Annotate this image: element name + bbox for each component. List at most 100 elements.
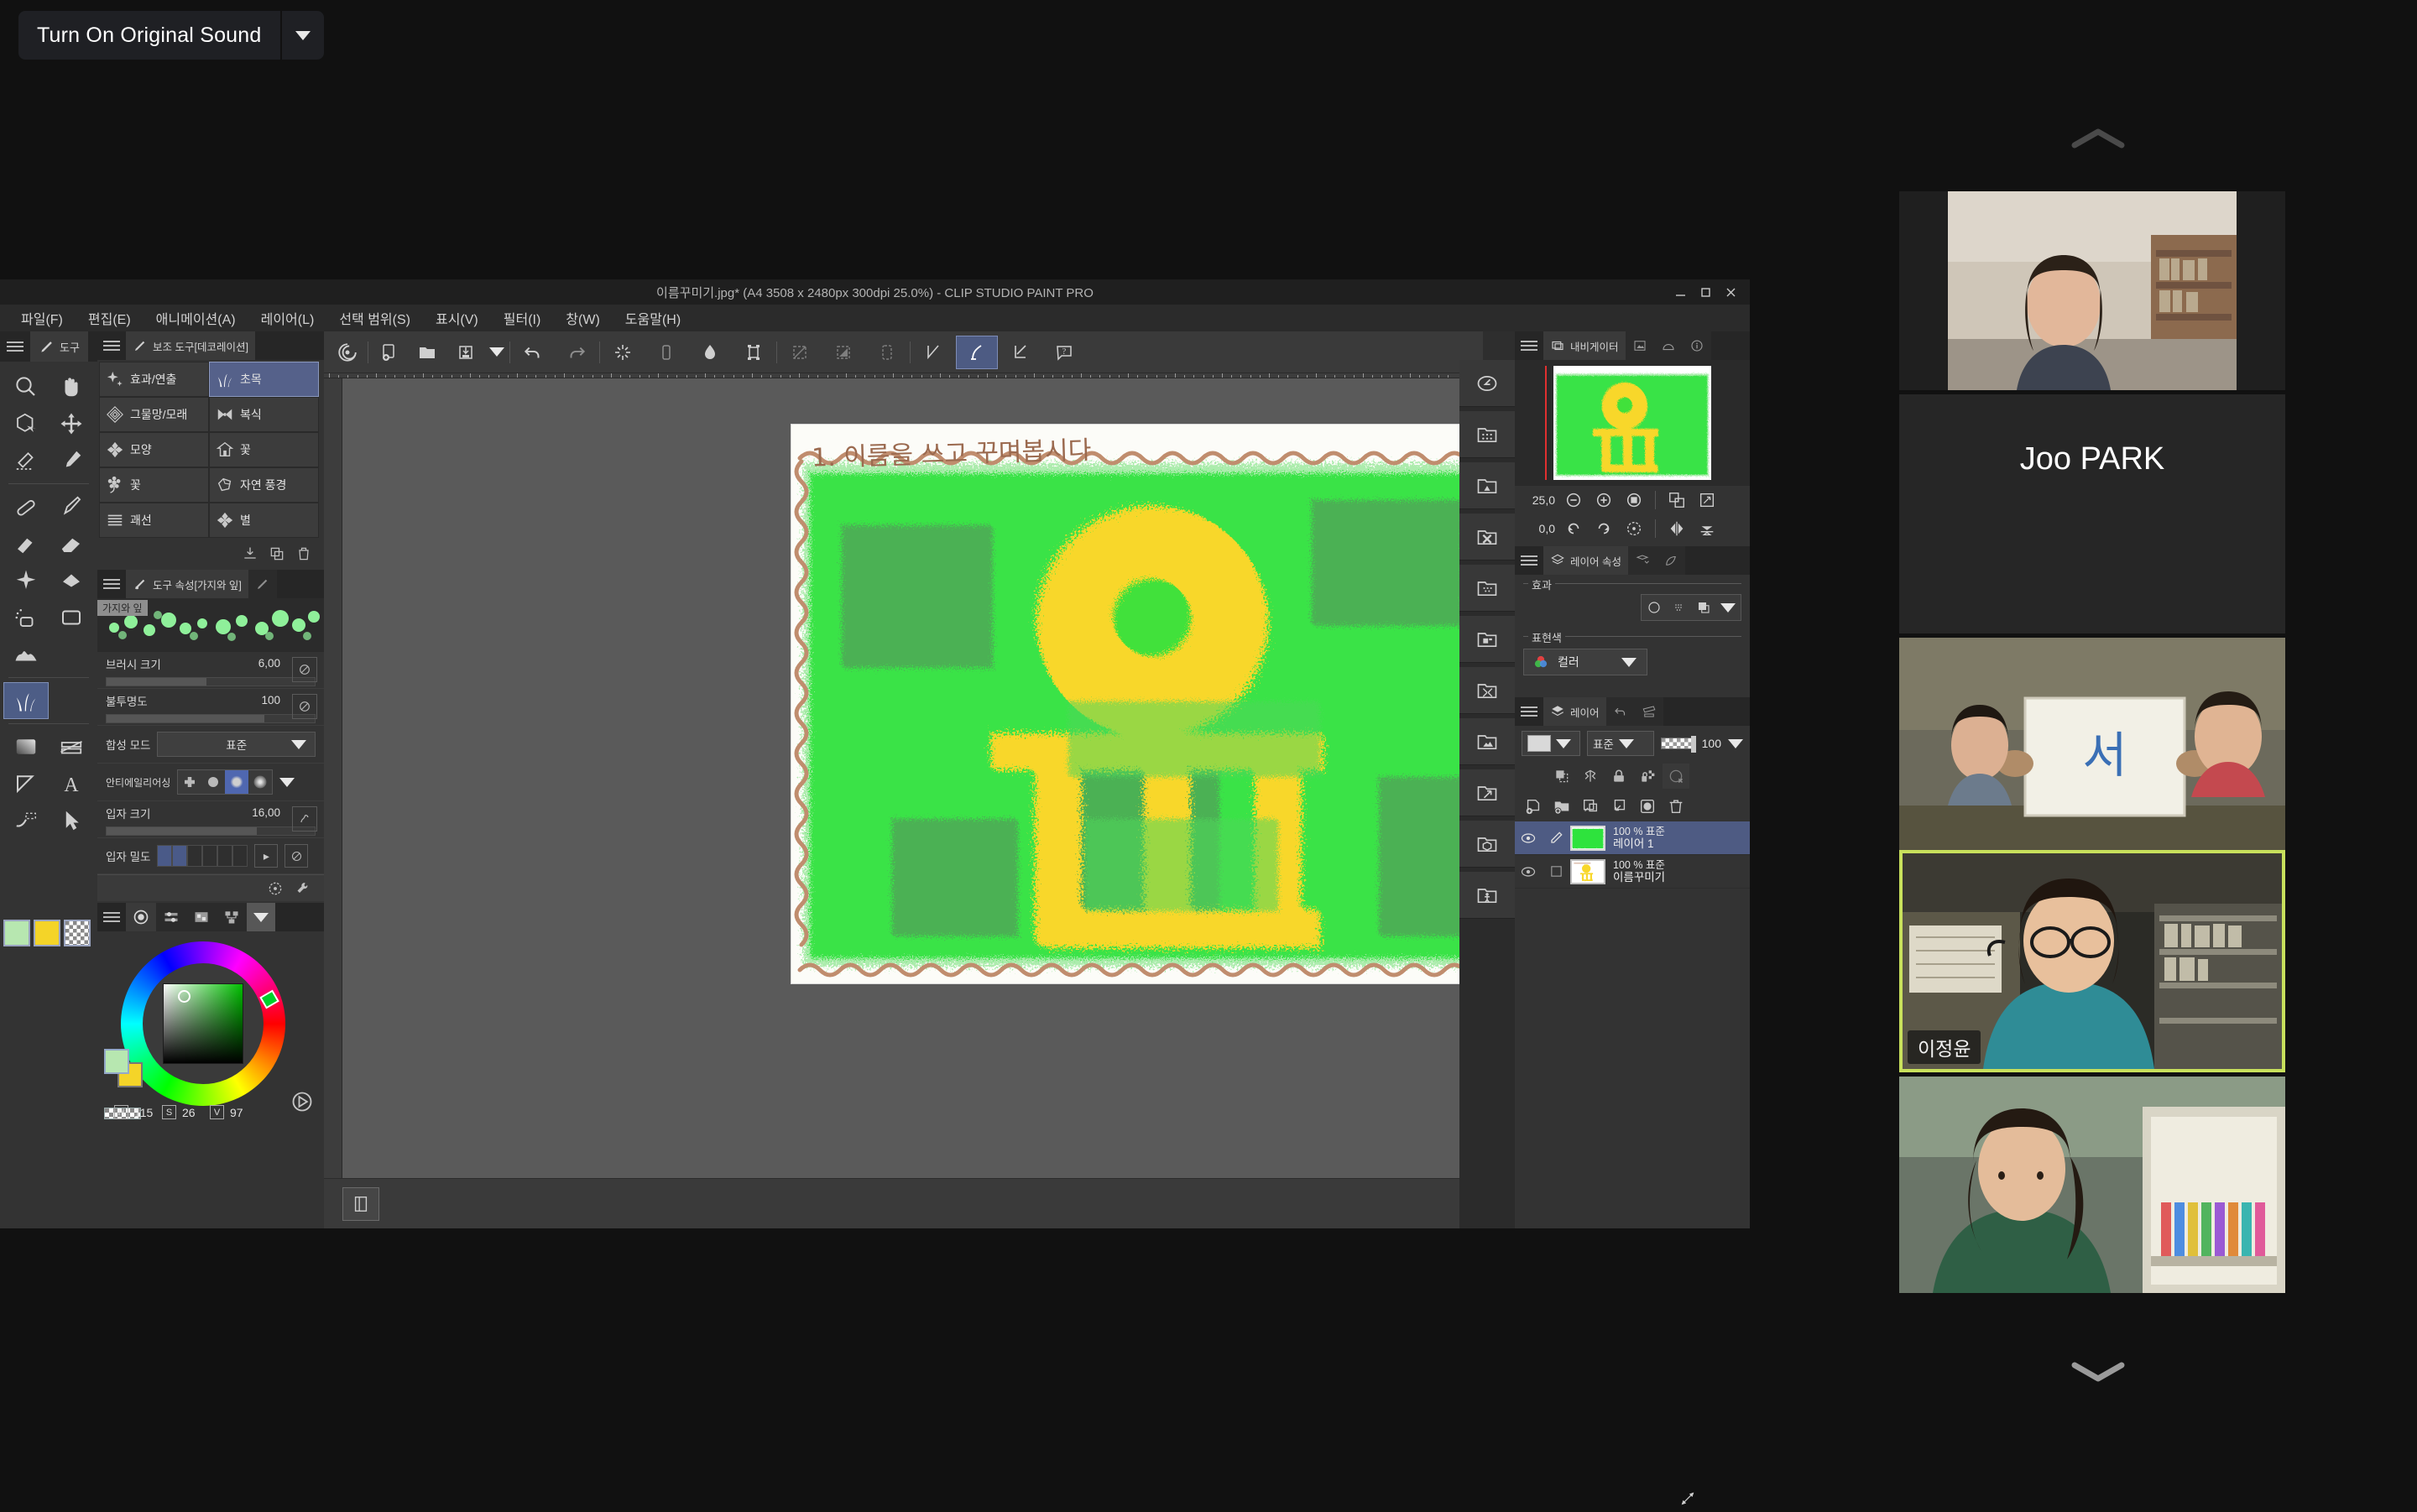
antialias-strong-icon[interactable]	[248, 770, 272, 794]
brush-size-lock-icon[interactable]	[292, 657, 317, 682]
reset-settings-icon[interactable]	[267, 880, 284, 897]
tool-operation[interactable]	[49, 802, 94, 839]
tab-color-set[interactable]	[186, 903, 217, 931]
participant-tile[interactable]	[1899, 191, 2285, 390]
tool-marker[interactable]	[3, 525, 49, 562]
antialias-weak-icon[interactable]	[201, 770, 225, 794]
tone-effect-icon[interactable]	[1671, 600, 1686, 615]
fit-to-screen-button[interactable]	[1665, 488, 1689, 512]
tab-layers[interactable]: 레이어	[1543, 697, 1606, 726]
border-selection-button[interactable]	[866, 336, 908, 369]
close-button[interactable]	[1718, 279, 1743, 305]
new-document-button[interactable]	[370, 336, 407, 369]
zoom-out-button[interactable]	[1562, 488, 1585, 512]
chevron-down-icon[interactable]	[1720, 602, 1736, 613]
reset-rotation-button[interactable]	[1622, 517, 1646, 540]
canvas-viewport[interactable]: 1. 이름을 쓰고 꾸며봅시다	[342, 378, 1483, 1178]
subtool-item-mesh[interactable]: 그물망/모래	[99, 397, 209, 432]
3d-material-button[interactable]	[1459, 769, 1515, 816]
sv-cursor[interactable]	[178, 990, 191, 1003]
tool-eraser[interactable]	[49, 525, 94, 562]
tool-gradient[interactable]	[3, 728, 49, 765]
original-sound-button[interactable]: Turn On Original Sound	[18, 11, 324, 60]
menu-edit[interactable]: 편집(E)	[77, 305, 142, 331]
chevron-down-icon[interactable]	[1728, 738, 1743, 748]
tool-move-layer[interactable]	[49, 405, 94, 442]
clip-studio-logo-icon[interactable]	[329, 336, 366, 369]
tab-color-wheel[interactable]	[126, 903, 156, 931]
all-materials-button[interactable]	[1459, 411, 1515, 458]
particle-density-cells[interactable]	[157, 845, 248, 867]
delete-layer-button[interactable]	[1663, 794, 1689, 819]
fill-selection-button[interactable]	[645, 336, 687, 369]
color-panel-expand-button[interactable]	[247, 903, 275, 931]
brush-size-row[interactable]: 브러시 크기 6,00	[97, 652, 324, 689]
fill-button[interactable]	[689, 336, 731, 369]
subtool-item-shape[interactable]: 모양	[99, 432, 209, 467]
snap-off-button[interactable]	[912, 336, 954, 369]
help-button[interactable]: ?	[1043, 336, 1085, 369]
tool-pen[interactable]	[49, 488, 94, 525]
layers-menu-button[interactable]	[1515, 697, 1543, 726]
tab-brush-settings[interactable]	[248, 570, 277, 598]
vertical-ruler[interactable]	[324, 378, 342, 1178]
new-folder-button[interactable]	[1548, 794, 1575, 819]
scroll-participants-down-button[interactable]	[2023, 1343, 2174, 1401]
lock-layer-button[interactable]	[1605, 764, 1632, 789]
rotate-right-button[interactable]	[1592, 517, 1616, 540]
tool-pencil[interactable]	[3, 488, 49, 525]
menu-help[interactable]: 도움말(H)	[614, 305, 692, 331]
clear-button[interactable]	[602, 336, 644, 369]
foreground-color-swatch[interactable]	[104, 1049, 129, 1074]
color-wheel[interactable]: H 115 S 26 V 97	[97, 931, 324, 1124]
tab-layer-property[interactable]: 레이어 속성	[1543, 546, 1628, 575]
antialias-medium-icon[interactable]	[225, 770, 249, 794]
tool-ruler[interactable]	[3, 765, 49, 802]
scale-rotate-button[interactable]	[733, 336, 775, 369]
participant-tile-name-only[interactable]: Joo PARK	[1899, 394, 2285, 633]
opacity-row[interactable]: 불투명도 100	[97, 689, 324, 726]
tab-color-slider[interactable]	[156, 903, 186, 931]
swatch-transparent[interactable]	[64, 920, 91, 946]
tool-hand[interactable]	[49, 368, 94, 405]
monochrome-pattern-button[interactable]	[1459, 462, 1515, 509]
saturation-value-square[interactable]	[163, 983, 243, 1064]
sub-tool-detail-icon[interactable]	[295, 880, 312, 897]
artwork-canvas[interactable]: 1. 이름을 쓰고 꾸며봅시다	[791, 424, 1483, 984]
tab-item-bank[interactable]	[1653, 331, 1683, 360]
particle-size-row[interactable]: 입자 크기 16,00	[97, 801, 324, 838]
menu-layer[interactable]: 레이어(L)	[250, 305, 326, 331]
deselect-button[interactable]	[779, 336, 821, 369]
tool-zoom[interactable]	[3, 368, 49, 405]
maximize-button[interactable]	[1693, 279, 1718, 305]
tab-history[interactable]	[1605, 697, 1635, 726]
flip-horizontal-button[interactable]	[1665, 517, 1689, 540]
swatch-background[interactable]	[34, 920, 60, 946]
new-raster-layer-button[interactable]	[1520, 794, 1547, 819]
menu-animation[interactable]: 애니메이션(A)	[145, 305, 247, 331]
tool-text[interactable]: A	[49, 765, 94, 802]
lock-transparent-pixels-button[interactable]	[1634, 764, 1661, 789]
layer-color-icon[interactable]	[1696, 600, 1711, 615]
tab-animation-timeline[interactable]	[1634, 697, 1663, 726]
layer-opacity-knob[interactable]	[1690, 736, 1696, 753]
tab-navigator[interactable]: 내비게이터	[1543, 331, 1626, 360]
density-cell[interactable]	[157, 845, 173, 867]
save-button[interactable]	[447, 336, 484, 369]
select-material-button[interactable]	[1459, 360, 1515, 407]
tool-eyedropper[interactable]	[49, 442, 94, 479]
density-lock-icon[interactable]	[285, 844, 309, 868]
tab-subtool-decoration[interactable]: 보조 도구[데코레이션]	[126, 331, 255, 360]
blend-mode-combo[interactable]: 표준	[157, 732, 316, 757]
density-cell[interactable]	[172, 845, 188, 867]
texture-button[interactable]	[1459, 565, 1515, 612]
scroll-participants-up-button[interactable]	[2023, 109, 2174, 168]
antialias-chevron-down-icon[interactable]	[279, 777, 295, 787]
redo-button[interactable]	[556, 336, 598, 369]
layer-property-menu-button[interactable]	[1515, 546, 1543, 575]
snap-special-ruler-button[interactable]	[956, 335, 998, 369]
participant-tile[interactable]: 서	[1899, 638, 2285, 860]
tool-panel-menu-button[interactable]	[0, 331, 30, 362]
fit-zoom-button[interactable]	[1622, 488, 1646, 512]
tool-airbrush[interactable]	[3, 599, 49, 636]
